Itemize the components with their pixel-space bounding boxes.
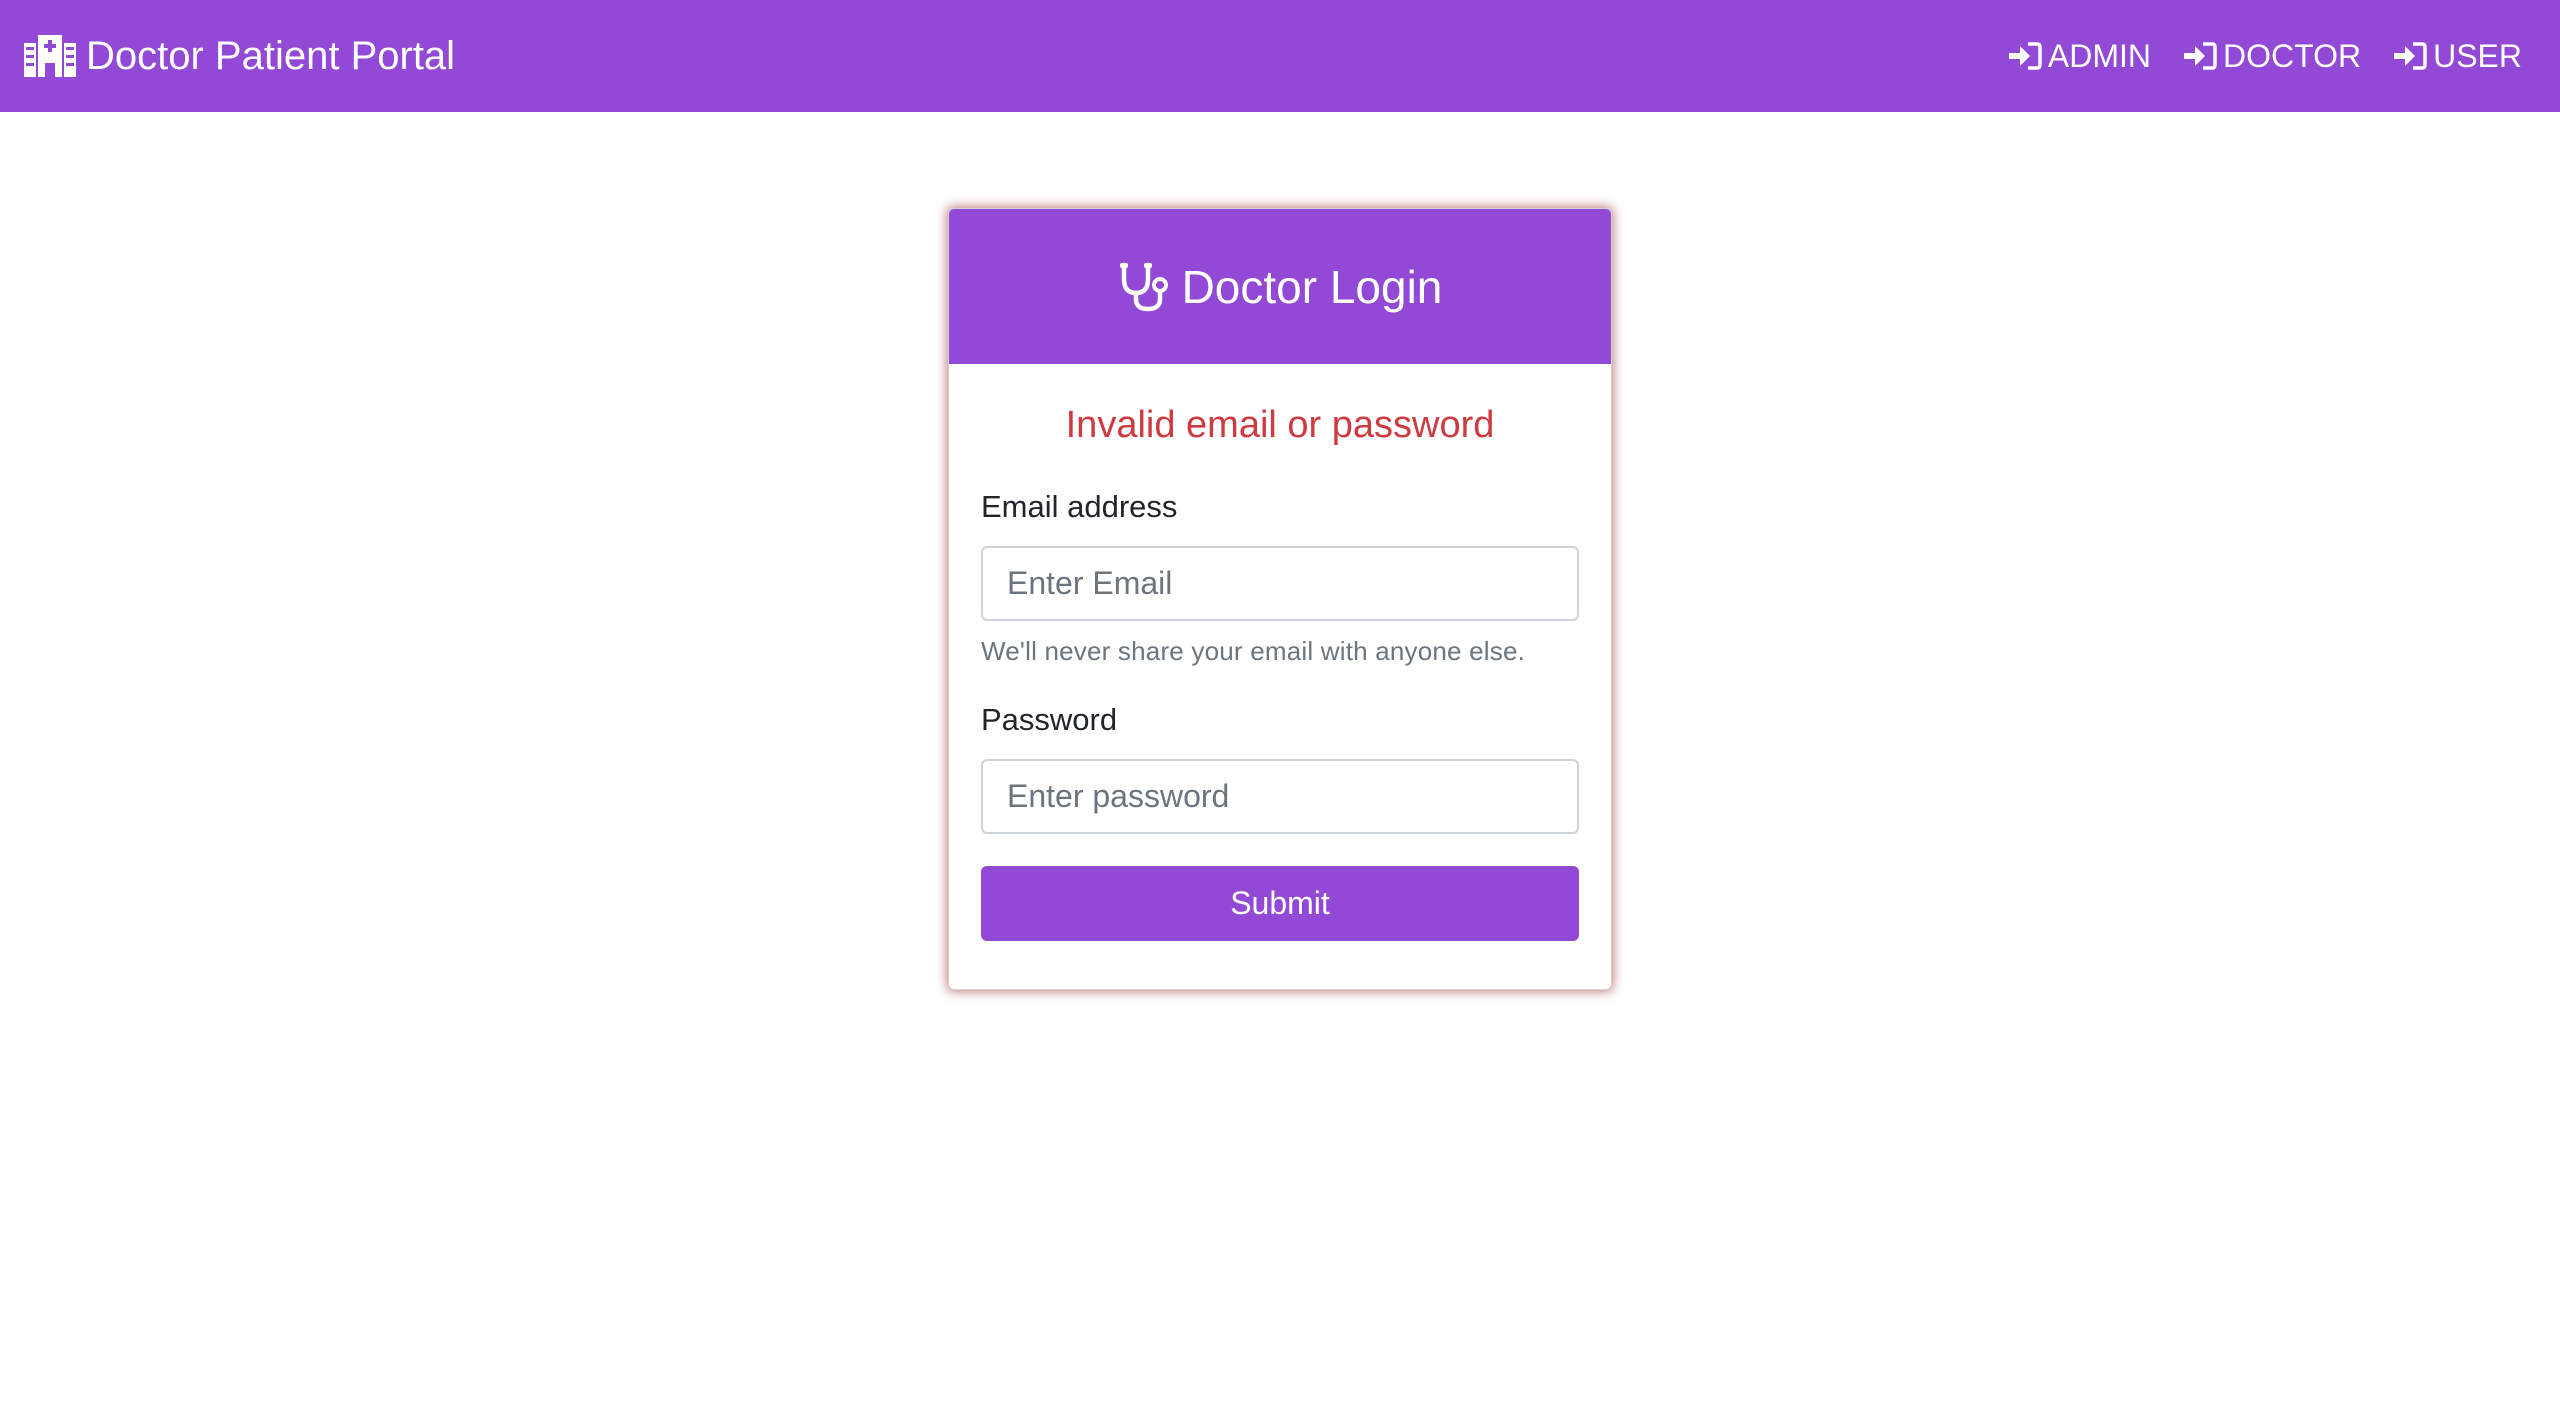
nav-link-admin[interactable]: ADMIN	[2008, 38, 2151, 75]
stethoscope-icon	[1118, 261, 1172, 313]
brand-text: Doctor Patient Portal	[86, 33, 456, 78]
email-label: Email address	[981, 489, 1178, 524]
email-help-text: We'll never share your email with anyone…	[981, 636, 1526, 666]
login-title: Doctor Login	[1118, 260, 1443, 314]
error-message: Invalid email or password	[1065, 404, 1495, 446]
login-title-text: Doctor Login	[1181, 260, 1443, 313]
login-card-header: Doctor Login	[949, 209, 1611, 364]
sign-in-icon	[2008, 41, 2042, 71]
sign-in-icon	[2183, 41, 2217, 71]
brand-link[interactable]: Doctor Patient Portal	[24, 34, 455, 79]
password-field[interactable]	[981, 759, 1579, 834]
hospital-icon	[24, 35, 76, 77]
nav-link-doctor-label: DOCTOR	[2223, 37, 2362, 74]
nav-link-user-label: USER	[2433, 37, 2522, 74]
submit-button[interactable]: Submit	[981, 866, 1579, 941]
nav-link-admin-label: ADMIN	[2047, 37, 2152, 74]
top-navbar: Doctor Patient Portal ADMIN DOCTOR USER	[0, 0, 2560, 112]
nav-links: ADMIN DOCTOR USER	[1976, 38, 2522, 75]
email-field[interactable]	[981, 546, 1579, 621]
password-label: Password	[981, 702, 1118, 737]
login-form: Invalid email or password Email address …	[949, 400, 1611, 941]
nav-link-doctor[interactable]: DOCTOR	[2183, 38, 2361, 75]
nav-link-user[interactable]: USER	[2393, 38, 2522, 75]
sign-in-icon	[2393, 41, 2427, 71]
login-card: Doctor Login Invalid email or password E…	[948, 208, 1612, 990]
